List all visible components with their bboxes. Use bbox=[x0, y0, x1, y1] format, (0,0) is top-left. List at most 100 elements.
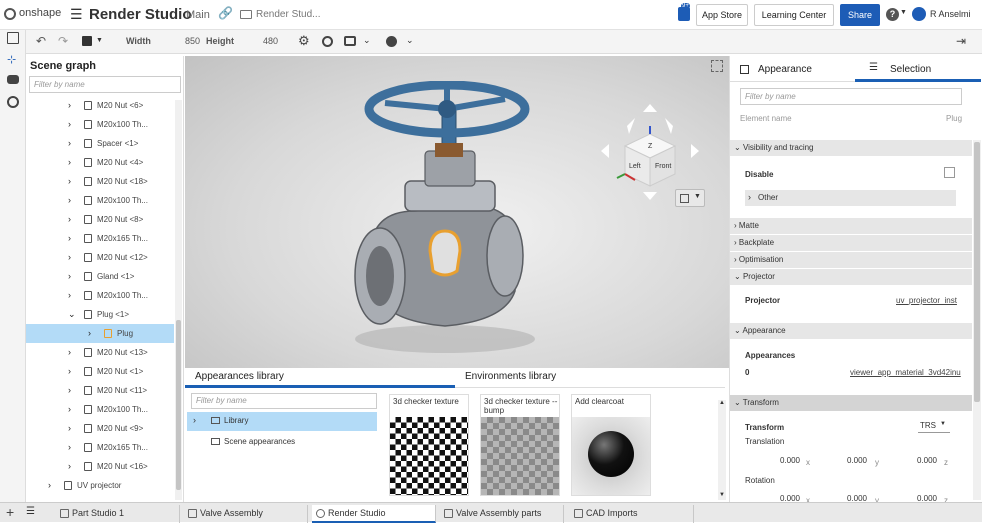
chevron-right-icon[interactable]: › bbox=[68, 248, 71, 267]
scene-filter-input[interactable]: Filter by name bbox=[29, 76, 181, 93]
tree-item[interactable]: › M20 Nut <4> bbox=[26, 153, 174, 172]
undo-icon[interactable]: ↶ bbox=[36, 34, 46, 48]
tree-item[interactable]: › M20 Nut <11> bbox=[26, 381, 174, 400]
chevron-right-icon[interactable]: › bbox=[68, 438, 71, 457]
property-filter-input[interactable]: Filter by name bbox=[740, 88, 962, 105]
settings-icon[interactable]: ⚙ bbox=[298, 33, 310, 49]
tab-list-icon[interactable]: ☰ bbox=[26, 506, 35, 517]
app-store-button[interactable]: App Store bbox=[696, 4, 748, 26]
section-transform[interactable]: ⌄ Transform bbox=[730, 395, 972, 411]
tree-item[interactable]: › M20 Nut <1> bbox=[26, 362, 174, 381]
help-chevron-icon[interactable]: ▼ bbox=[900, 9, 907, 16]
section-backplate[interactable]: › Backplate bbox=[730, 235, 972, 251]
chevron-right-icon[interactable]: › bbox=[68, 286, 71, 305]
chevron-right-icon[interactable]: › bbox=[68, 343, 71, 362]
onshape-logo[interactable]: onshape bbox=[4, 7, 66, 23]
tab-valve-assembly[interactable]: Valve Assembly bbox=[184, 505, 308, 523]
tab-environments-library[interactable]: Environments library bbox=[455, 368, 725, 388]
tree-item[interactable]: › M20x100 Th... bbox=[26, 400, 174, 419]
properties-scrollbar-thumb[interactable] bbox=[974, 142, 980, 402]
tree-item[interactable]: › M20 Nut <6> bbox=[26, 96, 174, 115]
element-name-value[interactable]: Plug bbox=[946, 114, 962, 123]
chevron-right-icon[interactable]: › bbox=[68, 191, 71, 210]
height-input[interactable]: 480 bbox=[254, 36, 278, 46]
tree-item[interactable]: › M20x165 Th... bbox=[26, 438, 174, 457]
tree-item[interactable]: › M20 Nut <16> bbox=[26, 457, 174, 476]
appearance-tile-clearcoat[interactable]: Add clearcoat bbox=[571, 394, 651, 496]
chevron-down-icon[interactable]: ⌄ bbox=[68, 305, 76, 324]
tab-part-studio[interactable]: Part Studio 1 bbox=[56, 505, 180, 523]
link-icon[interactable]: 🔗 bbox=[218, 6, 233, 20]
scroll-up-icon[interactable]: ▲ bbox=[719, 400, 725, 406]
section-matte[interactable]: › Matte bbox=[730, 218, 972, 234]
tab-selection[interactable]: ☰ Selection bbox=[855, 56, 981, 82]
libraries-scrollbar[interactable]: ▲ ▼ bbox=[718, 400, 726, 500]
section-optimisation[interactable]: › Optimisation bbox=[730, 252, 972, 268]
chevron-right-icon[interactable]: › bbox=[68, 362, 71, 381]
scroll-down-icon[interactable]: ▼ bbox=[719, 492, 725, 498]
learning-center-button[interactable]: Learning Center bbox=[754, 4, 834, 26]
appearance-material-link[interactable]: viewer_app_material_3vd42inu bbox=[850, 368, 961, 377]
tree-item[interactable]: › M20x100 Th... bbox=[26, 191, 174, 210]
branch-label[interactable]: Main bbox=[186, 9, 210, 21]
chevron-right-icon[interactable]: › bbox=[68, 96, 71, 115]
translation-y-input[interactable]: 0.000 bbox=[842, 456, 867, 465]
section-appearance[interactable]: ⌄ Appearance bbox=[730, 323, 972, 339]
share-button[interactable]: Share bbox=[840, 4, 880, 26]
camera-icon[interactable] bbox=[344, 36, 356, 46]
tab-appearance[interactable]: Appearance bbox=[730, 56, 855, 82]
chevron-right-icon[interactable]: › bbox=[68, 400, 71, 419]
chevron-right-icon[interactable]: › bbox=[68, 419, 71, 438]
feature-list-icon[interactable] bbox=[7, 32, 19, 44]
tree-item[interactable]: › M20 Nut <9> bbox=[26, 419, 174, 438]
tree-item[interactable]: › M20x100 Th... bbox=[26, 286, 174, 305]
library-filter-input[interactable]: Filter by name bbox=[191, 393, 377, 409]
disable-checkbox[interactable] bbox=[944, 167, 955, 178]
appearance-tile-checker[interactable]: 3d checker texture bbox=[389, 394, 469, 496]
chevron-right-icon[interactable]: › bbox=[68, 153, 71, 172]
render-viewport[interactable]: Z Left Front ▼ bbox=[185, 56, 729, 368]
library-folder-scene-appearances[interactable]: Scene appearances bbox=[187, 433, 377, 451]
section-projector[interactable]: ⌄ Projector bbox=[730, 269, 972, 285]
translation-x-input[interactable]: 0.000 bbox=[775, 456, 800, 465]
render-icon[interactable] bbox=[322, 36, 333, 47]
valve-model[interactable] bbox=[335, 81, 555, 361]
projector-link[interactable]: uv_projector_inst bbox=[896, 296, 957, 305]
add-tab-icon[interactable]: + bbox=[6, 504, 14, 520]
tab-cad-imports[interactable]: CAD Imports bbox=[570, 505, 694, 523]
library-folder-library[interactable]: › Library bbox=[187, 412, 377, 431]
info-icon[interactable] bbox=[386, 36, 397, 47]
fullscreen-icon[interactable] bbox=[711, 60, 723, 72]
tree-item[interactable]: › M20x100 Th... bbox=[26, 115, 174, 134]
tree-item[interactable]: › M20x165 Th... bbox=[26, 229, 174, 248]
document-title[interactable]: Render Studio bbox=[89, 6, 192, 23]
tab-valve-assembly-parts[interactable]: Valve Assembly parts bbox=[440, 505, 564, 523]
tree-item[interactable]: › M20 Nut <12> bbox=[26, 248, 174, 267]
chevron-right-icon[interactable]: › bbox=[68, 267, 71, 286]
menu-icon[interactable]: ☰ bbox=[70, 7, 83, 21]
chevron-right-icon[interactable]: › bbox=[48, 476, 51, 495]
user-name[interactable]: R Anselmi bbox=[930, 9, 971, 19]
tab-appearances-library[interactable]: Appearances library bbox=[185, 368, 455, 388]
chevron-right-icon[interactable]: › bbox=[68, 115, 71, 134]
chevron-right-icon[interactable]: › bbox=[68, 229, 71, 248]
camera-chevron-icon[interactable]: ⌄ bbox=[363, 35, 371, 46]
translation-z-input[interactable]: 0.000 bbox=[912, 456, 937, 465]
breadcrumb[interactable]: Render Stud... bbox=[256, 9, 320, 20]
comments-icon[interactable] bbox=[7, 75, 19, 84]
mate-icon[interactable]: ⊹ bbox=[7, 53, 16, 66]
info-chevron-icon[interactable]: ⌄ bbox=[406, 35, 414, 46]
transform-mode-select[interactable]: TRS ▼ bbox=[918, 420, 950, 433]
user-avatar[interactable] bbox=[912, 7, 926, 21]
tree-item[interactable]: › M20 Nut <13> bbox=[26, 343, 174, 362]
tree-item[interactable]: › Plug bbox=[26, 324, 174, 343]
width-input[interactable]: 850 bbox=[176, 36, 200, 46]
redo-icon[interactable]: ↷ bbox=[58, 34, 68, 48]
tree-item[interactable]: › M20 Nut <8> bbox=[26, 210, 174, 229]
tab-render-studio[interactable]: Render Studio bbox=[312, 505, 436, 523]
save-icon[interactable] bbox=[82, 36, 92, 46]
chevron-right-icon[interactable]: › bbox=[68, 172, 71, 191]
scene-scrollbar[interactable] bbox=[175, 100, 182, 500]
exit-icon[interactable]: ⇥ bbox=[956, 34, 966, 48]
help-icon[interactable]: ? bbox=[886, 8, 899, 21]
